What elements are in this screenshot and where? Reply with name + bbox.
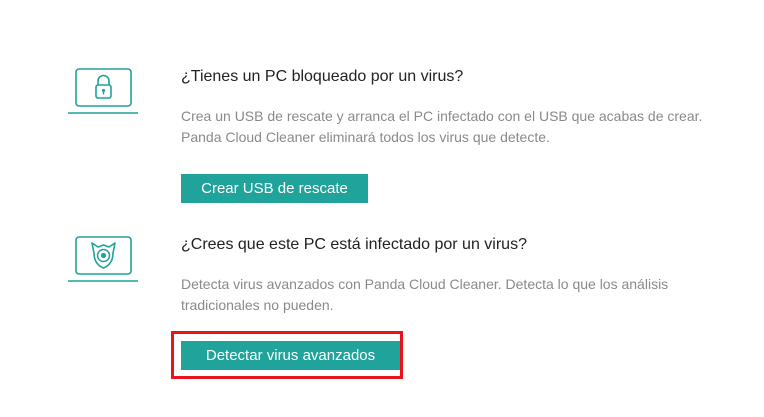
panda-shield-icon (68, 236, 138, 284)
create-rescue-usb-button[interactable]: Crear USB de rescate (181, 174, 368, 203)
lock-icon (68, 68, 138, 116)
section-description: Crea un USB de rescate y arranca el PC i… (181, 108, 703, 145)
page: ¿Tienes un PC bloqueado por un virus? Cr… (0, 0, 764, 417)
section-description: Detecta virus avanzados con Panda Cloud … (181, 276, 669, 313)
section-title: ¿Tienes un PC bloqueado por un virus? (181, 68, 464, 85)
highlight-box (171, 331, 403, 379)
section-title: ¿Crees que este PC está infectado por un… (181, 236, 527, 253)
